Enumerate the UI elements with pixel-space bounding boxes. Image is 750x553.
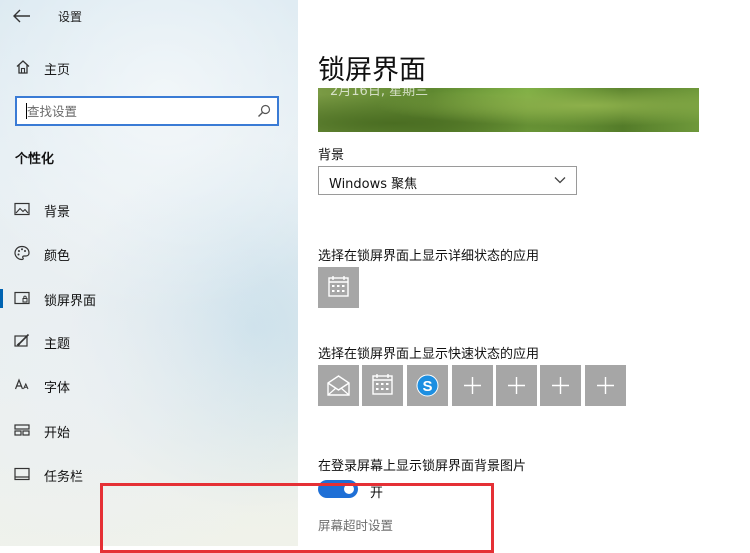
font-icon xyxy=(14,378,29,390)
selection-indicator xyxy=(0,289,3,308)
sidebar-item-colors[interactable]: 颜色 xyxy=(0,239,298,267)
calendar-icon xyxy=(372,374,393,395)
plus-icon xyxy=(464,377,481,394)
skype-app-tile[interactable]: S xyxy=(407,365,448,406)
calendar-app-tile[interactable] xyxy=(362,365,403,406)
sidebar-item-home[interactable]: 主页 xyxy=(0,56,298,80)
search-box[interactable] xyxy=(15,96,279,126)
toggle-knob xyxy=(344,484,354,494)
sidebar-item-label: 颜色 xyxy=(44,249,71,264)
screen-timeout-link[interactable]: 屏幕超时设置 xyxy=(318,515,393,534)
search-input[interactable] xyxy=(27,102,247,120)
sidebar-item-fonts[interactable]: 字体 xyxy=(0,371,298,399)
theme-brush-icon xyxy=(14,333,30,347)
main-content: 锁屏界面 2月16日, 星期三 背景 Windows 聚焦 选择在锁屏界面上显示… xyxy=(298,0,750,546)
back-button[interactable] xyxy=(10,6,34,26)
signin-background-toggle[interactable] xyxy=(318,480,358,498)
skype-icon: S xyxy=(416,374,439,397)
toggle-state-label: 开 xyxy=(370,486,384,501)
sidebar-item-taskbar[interactable]: 任务栏 xyxy=(0,460,298,488)
taskbar-icon xyxy=(14,467,30,481)
add-app-button[interactable] xyxy=(585,365,626,406)
sidebar-item-label: 开始 xyxy=(44,426,71,441)
sidebar-item-background[interactable]: 背景 xyxy=(0,195,298,223)
sidebar-item-label: 主页 xyxy=(44,63,71,78)
plus-icon xyxy=(552,377,569,394)
chevron-down-icon xyxy=(554,177,566,184)
add-app-button[interactable] xyxy=(496,365,537,406)
quick-status-apps: S xyxy=(318,365,718,406)
sidebar-item-start[interactable]: 开始 xyxy=(0,416,298,444)
detailed-status-apps xyxy=(318,267,718,308)
sidebar-item-label: 任务栏 xyxy=(44,470,84,485)
sidebar-item-label: 字体 xyxy=(44,381,71,396)
dropdown-value: Windows 聚焦 xyxy=(329,177,418,192)
add-app-button[interactable] xyxy=(540,365,581,406)
add-app-button[interactable] xyxy=(452,365,493,406)
sidebar-item-themes[interactable]: 主题 xyxy=(0,327,298,355)
sidebar-item-label: 主题 xyxy=(44,337,71,352)
plus-icon xyxy=(597,377,614,394)
calendar-icon xyxy=(328,276,349,297)
search-icon[interactable] xyxy=(257,104,271,118)
start-layout-icon xyxy=(14,424,30,436)
detailed-status-label: 选择在锁屏界面上显示详细状态的应用 xyxy=(318,249,540,264)
home-icon xyxy=(16,60,30,74)
svg-text:S: S xyxy=(422,378,432,395)
title-bar: 设置 xyxy=(0,0,298,32)
page-title: 锁屏界面 xyxy=(318,55,426,86)
sidebar: 设置 主页 个性化 背景 颜色 xyxy=(0,0,298,546)
quick-status-label: 选择在锁屏界面上显示快速状态的应用 xyxy=(318,347,540,362)
window-title: 设置 xyxy=(58,10,83,24)
sidebar-item-label: 锁屏界面 xyxy=(44,294,97,309)
preview-date: 2月16日, 星期三 xyxy=(330,88,429,99)
section-heading: 个性化 xyxy=(15,152,55,167)
mail-app-tile[interactable] xyxy=(318,365,359,406)
signin-background-label: 在登录屏幕上显示锁屏界面背景图片 xyxy=(318,459,527,474)
plus-icon xyxy=(508,377,525,394)
lock-screen-icon xyxy=(14,291,30,305)
mail-icon xyxy=(327,375,350,396)
back-arrow-icon xyxy=(13,9,30,23)
sidebar-item-lock-screen[interactable]: 锁屏界面 xyxy=(0,284,298,312)
background-label: 背景 xyxy=(318,148,345,163)
background-dropdown[interactable]: Windows 聚焦 xyxy=(318,166,577,195)
palette-icon xyxy=(14,245,30,261)
calendar-app-tile[interactable] xyxy=(318,267,359,308)
lock-screen-preview: 2月16日, 星期三 xyxy=(318,88,699,132)
sidebar-item-label: 背景 xyxy=(44,205,71,220)
picture-icon xyxy=(14,202,30,216)
